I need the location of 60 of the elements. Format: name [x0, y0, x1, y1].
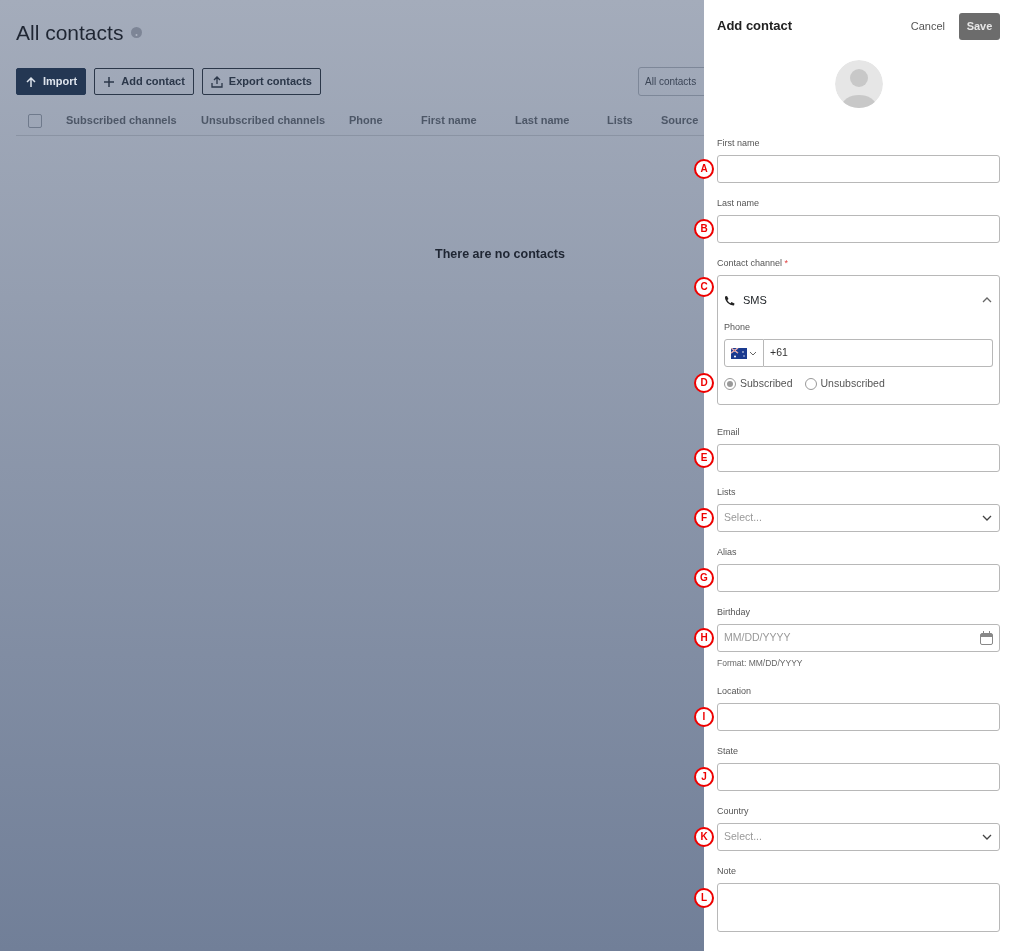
field-label: Note — [717, 865, 736, 876]
column-header: Phone — [349, 113, 384, 129]
placeholder-text: MM/DD/YYYY — [724, 629, 792, 645]
column-header: Lists — [607, 113, 634, 129]
arrow-up-icon — [25, 75, 37, 88]
channel-name: SMS — [743, 292, 768, 308]
radio-label: Unsubscribed — [820, 376, 885, 391]
field-label: Birthday — [717, 606, 751, 617]
input-field[interactable] — [717, 155, 1000, 183]
column-header: Unsubscribed channels — [201, 113, 327, 129]
empty-message: There are no contacts — [435, 247, 565, 262]
input-field[interactable] — [717, 563, 1000, 592]
field-label: State — [717, 745, 738, 756]
cancel-button[interactable]: Cancel — [910, 17, 945, 35]
column-header: Subscribed channels — [66, 113, 178, 129]
callout-marker: C — [694, 277, 714, 297]
toolbar-button[interactable]: Export contacts — [201, 68, 321, 96]
placeholder-text: Select... — [724, 828, 763, 844]
field-label: Alias — [717, 546, 737, 557]
chevron-down-icon — [749, 349, 757, 357]
help-icon — [131, 27, 143, 39]
note-field[interactable] — [717, 882, 1000, 932]
plus-icon — [103, 75, 116, 88]
radio-label: Subscribed — [740, 376, 793, 391]
callout-marker: B — [694, 219, 714, 239]
column-header: Source — [661, 113, 700, 129]
upload-icon — [210, 75, 223, 88]
date-field[interactable]: MM/DD/YYYY — [717, 623, 1000, 652]
field-label: Email — [717, 426, 740, 437]
field-label: Country — [717, 805, 749, 816]
calendar-icon — [980, 630, 993, 645]
input-field[interactable] — [717, 443, 1000, 472]
placeholder-text: Select... — [724, 509, 763, 525]
select-field[interactable]: Select... — [717, 822, 1000, 851]
page-title: All contacts — [16, 20, 124, 46]
field-label: First name — [717, 138, 760, 148]
field-label: Last name — [717, 198, 760, 208]
input-field[interactable] — [717, 215, 1000, 243]
input-field[interactable] — [717, 702, 1000, 731]
avatar-icon — [834, 60, 883, 108]
select-field[interactable]: Select... — [717, 503, 1000, 532]
field-label: Contact channel — [717, 258, 783, 268]
field-label: Location — [717, 685, 752, 696]
field-label: Lists — [717, 486, 736, 497]
phone-field[interactable]: +61 — [764, 339, 993, 367]
column-header: First name — [421, 113, 478, 129]
phone-icon — [724, 294, 735, 306]
callout-marker: A — [694, 159, 714, 179]
callout-marker: D — [694, 373, 714, 393]
checkbox[interactable] — [28, 113, 42, 128]
required-mark: * — [784, 258, 789, 268]
input-field[interactable] — [717, 762, 1000, 791]
panel-title: Add contact — [717, 18, 794, 34]
flag-icon — [731, 347, 747, 359]
field-label: Phone — [724, 322, 751, 332]
format-hint: Format: MM/DD/YYYY — [717, 657, 803, 668]
toolbar-button[interactable]: Add contact — [94, 68, 194, 96]
country-code-dropdown[interactable] — [724, 339, 764, 367]
toolbar-button[interactable]: Import — [16, 68, 87, 96]
column-header: Last name — [515, 113, 571, 129]
